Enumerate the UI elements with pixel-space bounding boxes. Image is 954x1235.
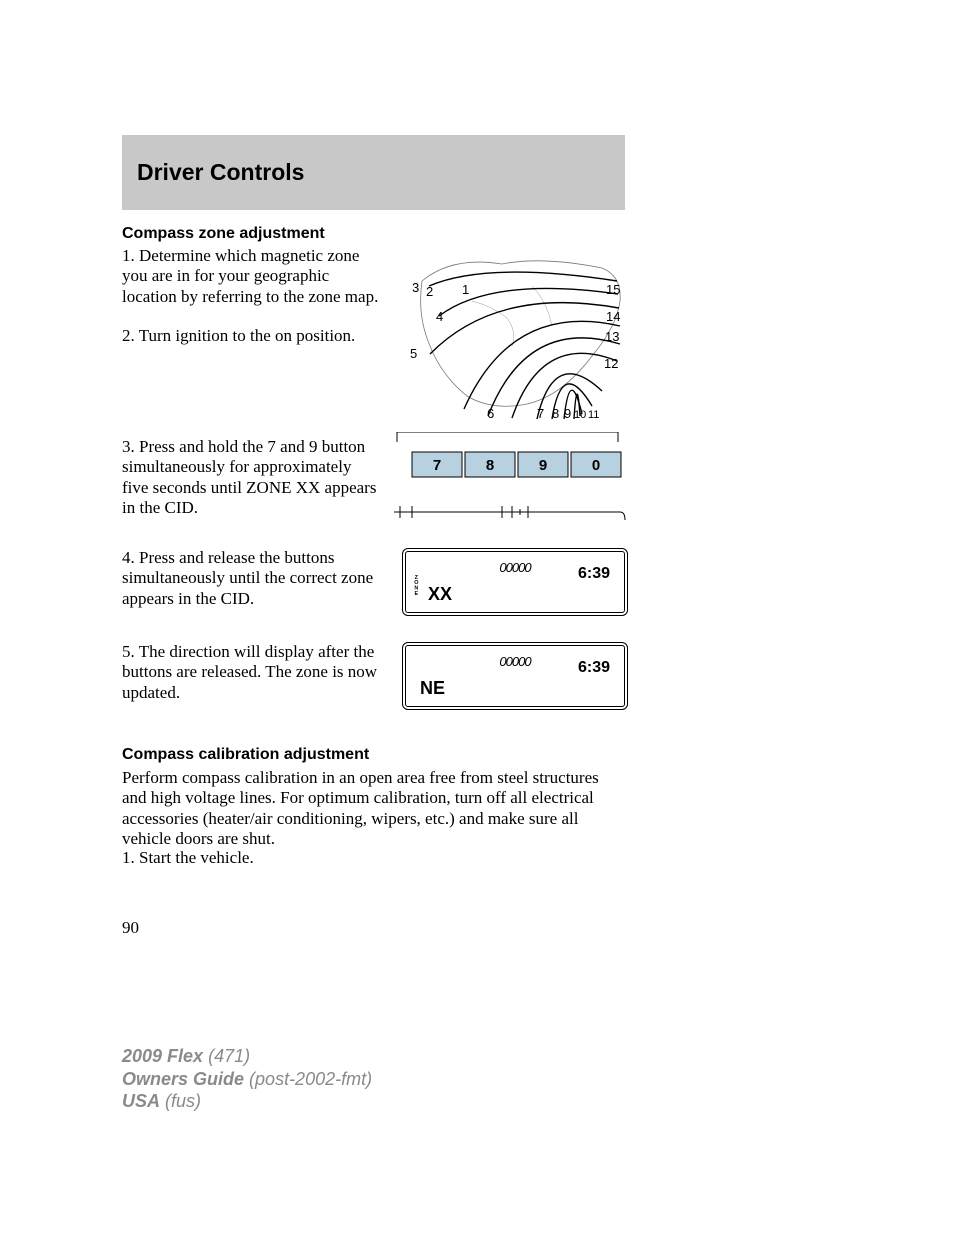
step-3-text: 3. Press and hold the 7 and 9 button sim… [122,437,382,519]
zone-num-6: 6 [487,406,494,421]
heading-compass-zone: Compass zone adjustment [122,225,325,243]
svg-text:8: 8 [486,457,494,474]
svg-text:7: 7 [433,457,441,474]
zone-num-10: 10 [574,409,586,421]
zone-num-8: 8 [552,406,559,421]
zone-num-9: 9 [564,406,571,421]
zone-num-12: 12 [604,356,618,371]
key-9: 9 [518,452,568,477]
page-title: Driver Controls [137,159,304,186]
cid-time: 6:39 [578,565,610,583]
keypad-svg: 7 8 9 0 [392,432,628,524]
svg-text:0: 0 [592,457,600,474]
header-bar: Driver Controls [122,135,625,210]
step-4-text: 4. Press and release the buttons simulta… [122,548,382,609]
calib-intro-text: Perform compass calibration in an open a… [122,768,622,850]
footer: 2009 Flex (471) Owners Guide (post-2002-… [122,1045,372,1113]
step-2-text: 2. Turn ignition to the on position. [122,326,382,346]
zone-map-svg: 1 2 3 4 5 6 7 8 9 10 11 12 13 14 15 [392,246,628,422]
zone-num-13: 13 [605,329,619,344]
zone-num-15: 15 [606,282,620,297]
key-8: 8 [465,452,515,477]
zone-num-11: 11 [588,409,599,421]
calib-step-1-text: 1. Start the vehicle. [122,848,622,868]
step-1-text: 1. Determine which magnetic zone you are… [122,246,382,307]
page-number: 90 [122,918,139,938]
page: Driver Controls Compass zone adjustment … [0,0,954,1235]
key-7: 7 [412,452,462,477]
cid-time: 6:39 [578,659,610,677]
key-0: 0 [571,452,621,477]
cid-tally-icon: 00000 [499,560,530,575]
cid-direction-display: 00000 6:39 NE [392,642,628,710]
footer-line-1: 2009 Flex (471) [122,1045,372,1068]
cid-zone-display: 00000 6:39 ZONE XX [392,548,628,616]
step-5-text: 5. The direction will display after the … [122,642,382,703]
cid-direction-value: NE [420,678,445,699]
footer-line-3: USA (fus) [122,1090,372,1113]
heading-compass-calibration: Compass calibration adjustment [122,746,369,764]
svg-text:9: 9 [539,457,547,474]
zone-num-14: 14 [606,309,620,324]
cid-tally-icon: 00000 [499,654,530,669]
keypad-figure: 7 8 9 0 [392,432,628,529]
zone-num-2: 2 [426,284,433,299]
cid-zone-value: XX [428,584,452,605]
zone-map-figure: 1 2 3 4 5 6 7 8 9 10 11 12 13 14 15 [392,246,628,422]
zone-num-7: 7 [537,406,544,421]
zone-num-3: 3 [412,280,419,295]
zone-num-4: 4 [436,309,443,324]
zone-num-1: 1 [462,282,469,297]
zone-num-5: 5 [410,346,417,361]
footer-line-2: Owners Guide (post-2002-fmt) [122,1068,372,1091]
cid-zone-label: ZONE [414,575,418,597]
